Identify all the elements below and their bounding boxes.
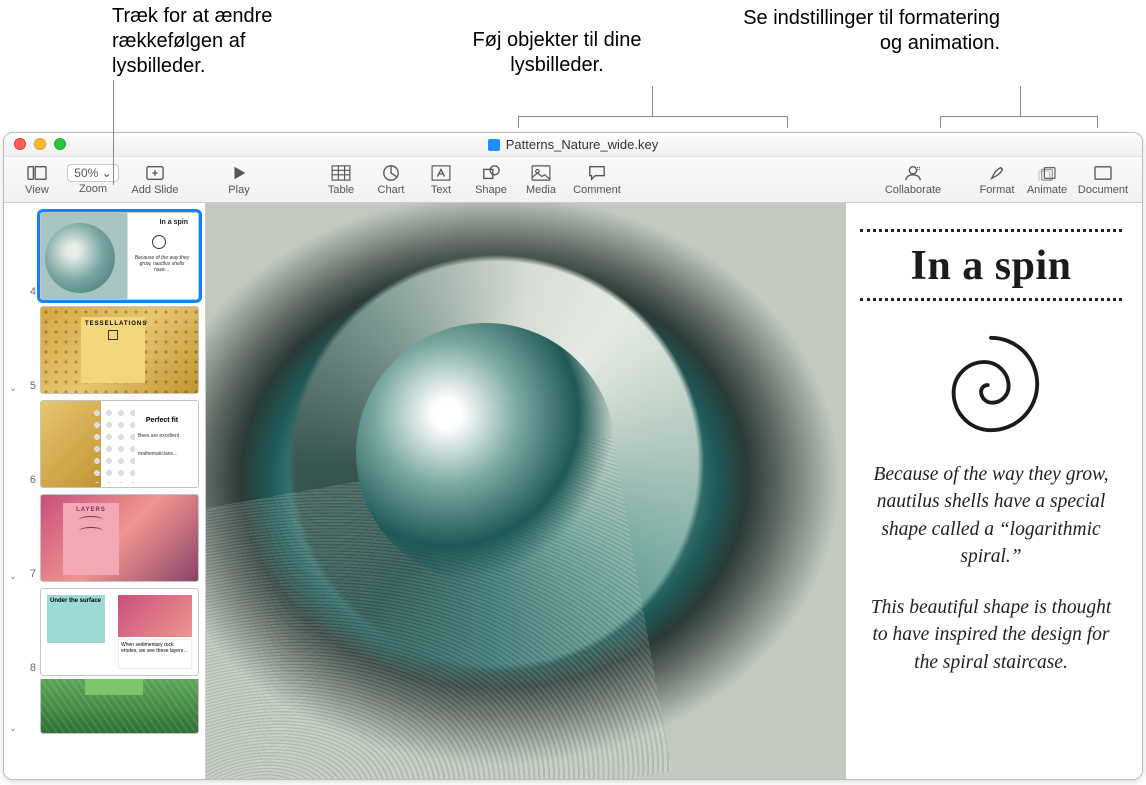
thumb-text: Bees are excellent mathematicians… [138,433,179,457]
current-slide[interactable]: In a spin Because of the way they grow, … [206,203,1142,779]
callout-add-objects: Føj objekter til dine lysbilleder. [462,28,652,78]
zoom-value[interactable]: 50% ⌄ [67,164,118,182]
disclosure-icon[interactable]: ⌄ [6,571,20,582]
slide-thumb-5[interactable]: ⌄ 5 TESSELLATIONS [4,303,205,397]
slide-thumb-6[interactable]: 6 Perfect fit Bees are excellent mathema… [4,397,205,491]
text-icon [429,163,453,183]
zoom-label: Zoom [79,183,107,195]
slide-body-1[interactable]: Because of the way they grow, nautilus s… [863,461,1119,570]
media-button[interactable]: Media [518,160,564,200]
thumb-title: TESSELLATIONS [85,321,141,327]
add-slide-button[interactable]: Add Slide [126,160,184,200]
zoom-window-icon[interactable] [54,138,66,150]
comment-icon [585,163,609,183]
slide-number: 7 [24,568,36,582]
slide-thumb-9[interactable]: ⌄ FRACTALS [4,679,205,737]
minimize-icon[interactable] [34,138,46,150]
slide-thumbnail[interactable]: LAYERS [40,494,199,582]
media-label: Media [526,184,556,196]
shape-label: Shape [475,184,507,196]
slide-body-2[interactable]: This beautiful shape is thought to have … [863,594,1119,676]
thumb-title: Under the surface [50,598,102,604]
document-button[interactable]: Document [1074,160,1132,200]
disclosure-icon[interactable]: ⌄ [6,723,20,734]
collaborate-icon [901,163,925,183]
slide-number: 8 [24,662,36,676]
slide-navigator[interactable]: 4 In a spin Because of the way they grow… [4,203,206,779]
play-icon [227,163,251,183]
table-button[interactable]: Table [318,160,364,200]
close-icon[interactable] [14,138,26,150]
slide-thumb-8[interactable]: 8 Under the surface When sedimentary roc… [4,585,205,679]
slide-title[interactable]: In a spin [860,242,1122,290]
chart-icon [379,163,403,183]
disclosure-icon[interactable]: ⌄ [6,383,20,394]
slide-thumbnail[interactable]: Perfect fit Bees are excellent mathemati… [40,400,199,488]
view-icon [25,163,49,183]
thumb-title: In a spin [160,219,188,226]
comment-label: Comment [573,184,621,196]
slide-thumb-4[interactable]: 4 In a spin Because of the way they grow… [4,209,205,303]
slide-canvas[interactable]: In a spin Because of the way they grow, … [206,203,1142,779]
document-icon [1091,163,1115,183]
slide-number: 5 [24,380,36,394]
callout-bracket [518,116,788,128]
shape-button[interactable]: Shape [468,160,514,200]
format-label: Format [980,184,1015,196]
format-icon [985,163,1009,183]
thumb-text: When sedimentary rock erodes, we see the… [118,639,192,669]
slide-image-nautilus[interactable] [206,203,846,779]
divider [860,229,1122,232]
media-icon [529,163,553,183]
titlebar[interactable]: Patterns_Nature_wide.key [4,133,1142,157]
slide-thumbnail[interactable]: TESSELLATIONS [40,306,199,394]
divider [860,298,1122,301]
collaborate-button[interactable]: Collaborate [884,160,942,200]
callout-reorder: Træk for at ændre rækkefølgen af lysbill… [112,4,282,79]
slide-thumb-7[interactable]: ⌄ 7 LAYERS [4,491,205,585]
thumb-text: Because of the way they grow, nautilus s… [132,255,192,273]
animate-icon [1035,163,1059,183]
document-icon [488,139,500,151]
slide-number [24,732,36,734]
format-button[interactable]: Format [974,160,1020,200]
toolbar: View 50% ⌄ Zoom Add Slide Play Table [4,157,1142,203]
thumb-title: Perfect fit [138,417,186,424]
animate-label: Animate [1027,184,1067,196]
chart-label: Chart [378,184,405,196]
play-label: Play [228,184,249,196]
thumb-title: LAYERS [67,507,115,513]
collaborate-label: Collaborate [885,184,941,196]
window-title-text: Patterns_Nature_wide.key [506,137,658,152]
spiral-icon[interactable] [936,329,1046,439]
animate-button[interactable]: Animate [1024,160,1070,200]
app-window: Patterns_Nature_wide.key View 50% ⌄ Zoom… [3,132,1143,780]
table-label: Table [328,184,354,196]
callout-formatting: Se indstillinger til formatering og anim… [740,6,1000,56]
window-title: Patterns_Nature_wide.key [488,137,658,152]
callout-leader [652,86,653,116]
slide-thumbnail[interactable]: Under the surface When sedimentary rock … [40,588,199,676]
play-button[interactable]: Play [216,160,262,200]
add-slide-label: Add Slide [131,184,178,196]
zoom-button[interactable]: 50% ⌄ Zoom [64,160,122,200]
callout-leader [1020,86,1021,116]
table-icon [329,163,353,183]
slide-thumbnail[interactable]: In a spin Because of the way they grow, … [40,212,199,300]
slide-number: 6 [24,474,36,488]
view-button[interactable]: View [14,160,60,200]
shape-icon [479,163,503,183]
text-button[interactable]: Text [418,160,464,200]
comment-button[interactable]: Comment [568,160,626,200]
slide-thumbnail[interactable]: FRACTALS [40,679,199,734]
text-label: Text [431,184,451,196]
callout-bracket [940,116,1098,128]
chart-button[interactable]: Chart [368,160,414,200]
plus-icon [143,163,167,183]
slide-number: 4 [24,286,36,300]
document-label: Document [1078,184,1128,196]
view-label: View [25,184,49,196]
